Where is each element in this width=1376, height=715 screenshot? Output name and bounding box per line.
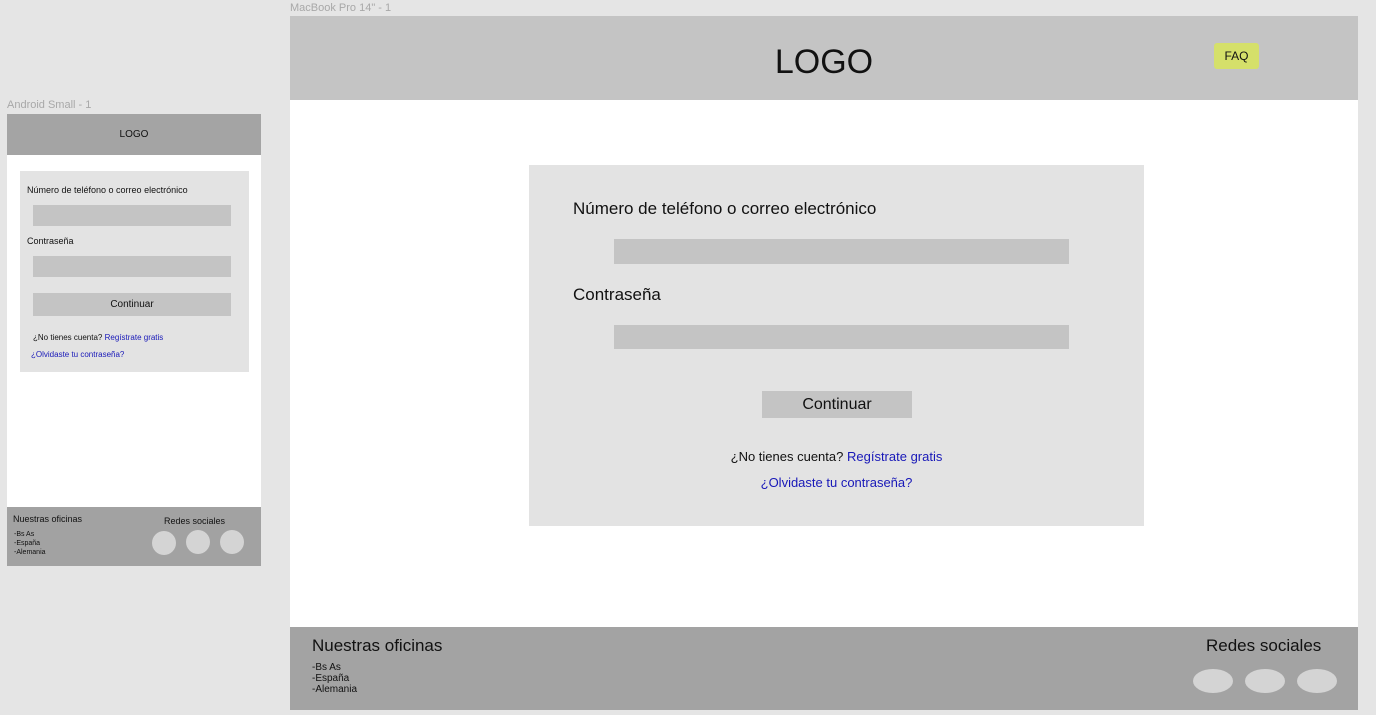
desktop-footer: Nuestras oficinas -Bs As -España -Aleman… <box>290 627 1358 710</box>
social-icon[interactable] <box>1297 669 1337 693</box>
office-item: -Bs As <box>312 662 341 673</box>
macbook-frame: LOGO FAQ Número de teléfono o correo ele… <box>290 16 1358 710</box>
mobile-continue-button[interactable]: Continuar <box>33 293 231 316</box>
office-item: -España <box>312 673 350 684</box>
frame-label-android: Android Small - 1 <box>7 99 92 111</box>
office-item: -Bs As <box>14 531 35 538</box>
social-icon[interactable] <box>152 531 176 555</box>
mobile-header: LOGO <box>7 114 261 155</box>
desktop-register-link[interactable]: Regístrate gratis <box>847 449 942 464</box>
desktop-register-row: ¿No tienes cuenta? Regístrate gratis <box>529 449 1144 464</box>
android-frame: LOGO Número de teléfono o correo electró… <box>7 114 261 566</box>
social-icon[interactable] <box>186 530 210 554</box>
mobile-social-title: Redes sociales <box>164 516 226 526</box>
desktop-no-account-text: ¿No tienes cuenta? <box>730 449 844 464</box>
mobile-forgot-password-link[interactable]: ¿Olvidaste tu contraseña? <box>31 350 124 359</box>
desktop-continue-button[interactable]: Continuar <box>762 391 912 418</box>
social-icon[interactable] <box>1245 669 1285 693</box>
mobile-logo: LOGO <box>119 129 149 140</box>
faq-button[interactable]: FAQ <box>1214 43 1259 69</box>
desktop-password-input[interactable] <box>614 325 1069 349</box>
desktop-identifier-input[interactable] <box>614 239 1069 264</box>
mobile-no-account-text: ¿No tienes cuenta? <box>33 333 103 342</box>
desktop-forgot-row: ¿Olvidaste tu contraseña? <box>529 475 1144 490</box>
mobile-register-link[interactable]: Regístrate gratis <box>105 333 164 342</box>
social-icon[interactable] <box>220 530 244 554</box>
mobile-login-card: Número de teléfono o correo electrónico … <box>20 171 249 372</box>
desktop-header: LOGO FAQ <box>290 16 1358 100</box>
social-icon[interactable] <box>1193 669 1233 693</box>
mobile-identifier-input[interactable] <box>33 205 231 226</box>
mobile-offices-title: Nuestras oficinas <box>13 514 83 524</box>
mobile-offices-list: -Bs As -España -Alemania <box>14 530 46 557</box>
mobile-password-input[interactable] <box>33 256 231 277</box>
office-item: -Alemania <box>14 549 46 556</box>
office-item: -Alemania <box>312 684 358 695</box>
desktop-forgot-password-link[interactable]: ¿Olvidaste tu contraseña? <box>761 475 913 490</box>
mobile-password-label: Contraseña <box>27 236 74 246</box>
desktop-offices-title: Nuestras oficinas <box>312 636 443 655</box>
desktop-logo: LOGO <box>774 43 874 81</box>
office-item: -España <box>14 540 41 547</box>
frame-label-macbook: MacBook Pro 14" - 1 <box>290 2 392 14</box>
desktop-password-label: Contraseña <box>573 285 661 304</box>
desktop-offices-list: -Bs As -España -Alemania <box>312 662 357 695</box>
mobile-register-row: ¿No tienes cuenta? Regístrate gratis <box>33 333 163 342</box>
mobile-identifier-label: Número de teléfono o correo electrónico <box>27 185 188 195</box>
desktop-login-card: Número de teléfono o correo electrónico … <box>529 165 1144 526</box>
desktop-identifier-label: Número de teléfono o correo electrónico <box>573 199 877 218</box>
mobile-footer: Nuestras oficinas -Bs As -España -Aleman… <box>7 507 261 566</box>
desktop-social-title: Redes sociales <box>1206 636 1322 655</box>
